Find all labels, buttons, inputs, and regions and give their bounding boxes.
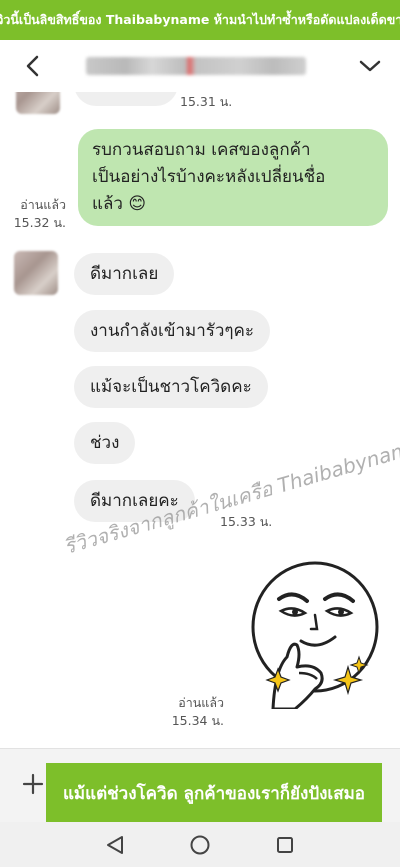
copyright-banner: รีวิวนี้เป็นลิขสิทธิ์ของ Thaibabyname ห้… [0,0,400,40]
triangle-back-icon [107,836,123,854]
previous-message-bubble[interactable] [74,92,178,106]
incoming-message-bubble[interactable]: งานกำลังเข้ามารัวๆคะ [74,310,271,352]
chat-title: ●●●● ●●● ●●●●● [86,57,306,75]
chat-menu-button[interactable] [356,52,384,80]
read-receipt: อ่านแล้ว [178,695,224,710]
message-time: 15.31 น. [180,94,233,109]
smug-thumbs-up-sticker[interactable] [245,549,385,709]
plus-icon [22,773,44,795]
message-line: รบกวนสอบถาม เคสของลูกค้า [92,140,311,160]
nav-back-button[interactable] [102,832,128,858]
chevron-down-icon [359,60,381,72]
circle-home-icon [190,835,210,855]
banner-text: รีวิวนี้เป็นลิขสิทธิ์ของ Thaibabyname ห้… [0,12,400,27]
chat-header: ●●●● ●●● ●●●●● [0,40,400,92]
incoming-message-bubble[interactable]: แม้จะเป็นชาวโควิดคะ [74,366,268,408]
message-line: เป็นอย่างไรบ้างคะหลังเปลี่ยนชื่อ [92,167,326,187]
add-attachment-button[interactable] [18,769,48,799]
nav-home-button[interactable] [187,832,213,858]
contact-avatar[interactable] [16,92,60,114]
outgoing-message-bubble[interactable]: รบกวนสอบถาม เคสของลูกค้า เป็นอย่างไรบ้าง… [78,129,388,226]
message-time: 15.32 น. [13,215,66,230]
promo-banner: แม้แต่ช่วงโควิด ลูกค้าของเราก็ยังปังเสมอ [46,763,382,823]
message-time: 15.34 น. [171,713,224,728]
read-receipt: อ่านแล้ว [20,197,66,212]
contact-avatar[interactable] [14,251,58,295]
system-nav-bar [0,822,400,867]
back-button[interactable] [18,52,46,80]
chevron-left-icon [26,55,39,77]
square-recents-icon [277,837,293,853]
message-input-bar: แม้แต่ช่วงโควิด ลูกค้าของเราก็ยังปังเสมอ [0,748,400,823]
nav-recents-button[interactable] [272,832,298,858]
incoming-message-bubble[interactable]: ดีมากเลย [74,253,175,295]
promo-text: แม้แต่ช่วงโควิด ลูกค้าของเราก็ยังปังเสมอ [62,783,366,804]
message-line: แล้ว 😊 [92,194,147,214]
chat-area[interactable]: 15.31 น. อ่านแล้ว 15.32 น. รบกวนสอบถาม เ… [0,92,400,748]
incoming-message-bubble[interactable]: ช่วง [74,422,136,464]
